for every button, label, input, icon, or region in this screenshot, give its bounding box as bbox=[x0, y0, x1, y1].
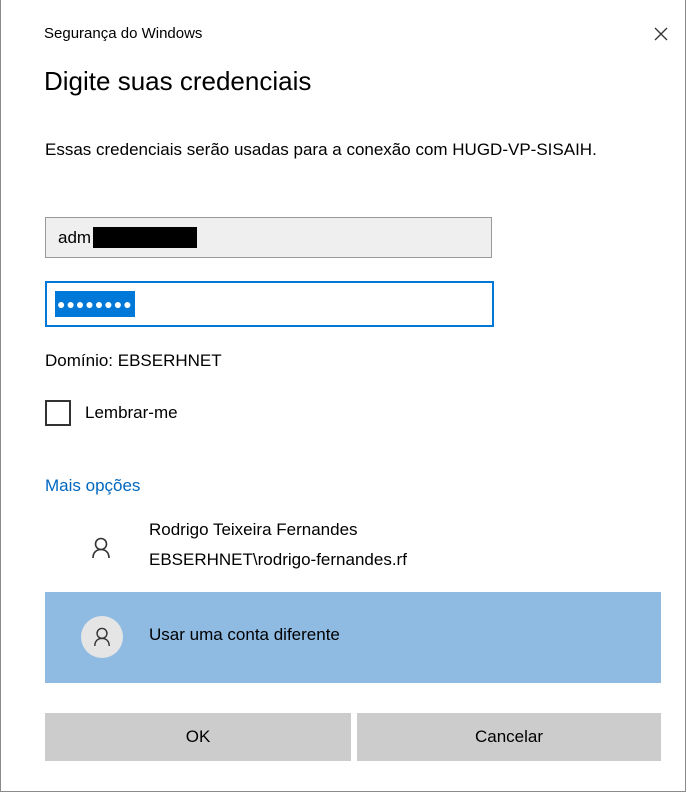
account-option-rodrigo[interactable]: Rodrigo Teixeira Fernandes EBSERHNET\rod… bbox=[45, 510, 661, 586]
cancel-button[interactable]: Cancelar bbox=[357, 713, 661, 761]
username-field[interactable]: adm bbox=[45, 217, 492, 258]
remember-me-label: Lembrar-me bbox=[85, 403, 178, 422]
remember-me-checkbox[interactable] bbox=[45, 400, 71, 426]
dialog-description: Essas credenciais serão usadas para a co… bbox=[45, 140, 597, 159]
password-field[interactable]: ●●●●●●●● bbox=[45, 281, 494, 327]
username-value: adm bbox=[58, 227, 92, 247]
remember-me-option[interactable]: Lembrar-me bbox=[45, 400, 178, 426]
ok-button[interactable]: OK bbox=[45, 713, 351, 761]
more-options-link[interactable]: Mais opções bbox=[45, 476, 140, 496]
account-username: EBSERHNET\rodrigo-fernandes.rf bbox=[149, 550, 407, 569]
user-icon bbox=[81, 528, 121, 568]
account-name: Rodrigo Teixeira Fernandes bbox=[149, 520, 358, 539]
close-button[interactable] bbox=[643, 18, 679, 50]
different-account-label: Usar uma conta diferente bbox=[149, 625, 340, 644]
user-icon bbox=[81, 616, 123, 658]
domain-label: Domínio: EBSERHNET bbox=[45, 351, 222, 370]
password-mask: ●●●●●●●● bbox=[55, 291, 135, 317]
different-account-option[interactable]: Usar uma conta diferente bbox=[45, 592, 661, 683]
credential-dialog: Segurança do Windows Digite suas credenc… bbox=[0, 0, 686, 792]
window-title: Segurança do Windows bbox=[44, 25, 203, 42]
dialog-heading: Digite suas credenciais bbox=[44, 66, 312, 96]
redaction-block bbox=[93, 227, 198, 248]
close-icon bbox=[654, 27, 668, 41]
